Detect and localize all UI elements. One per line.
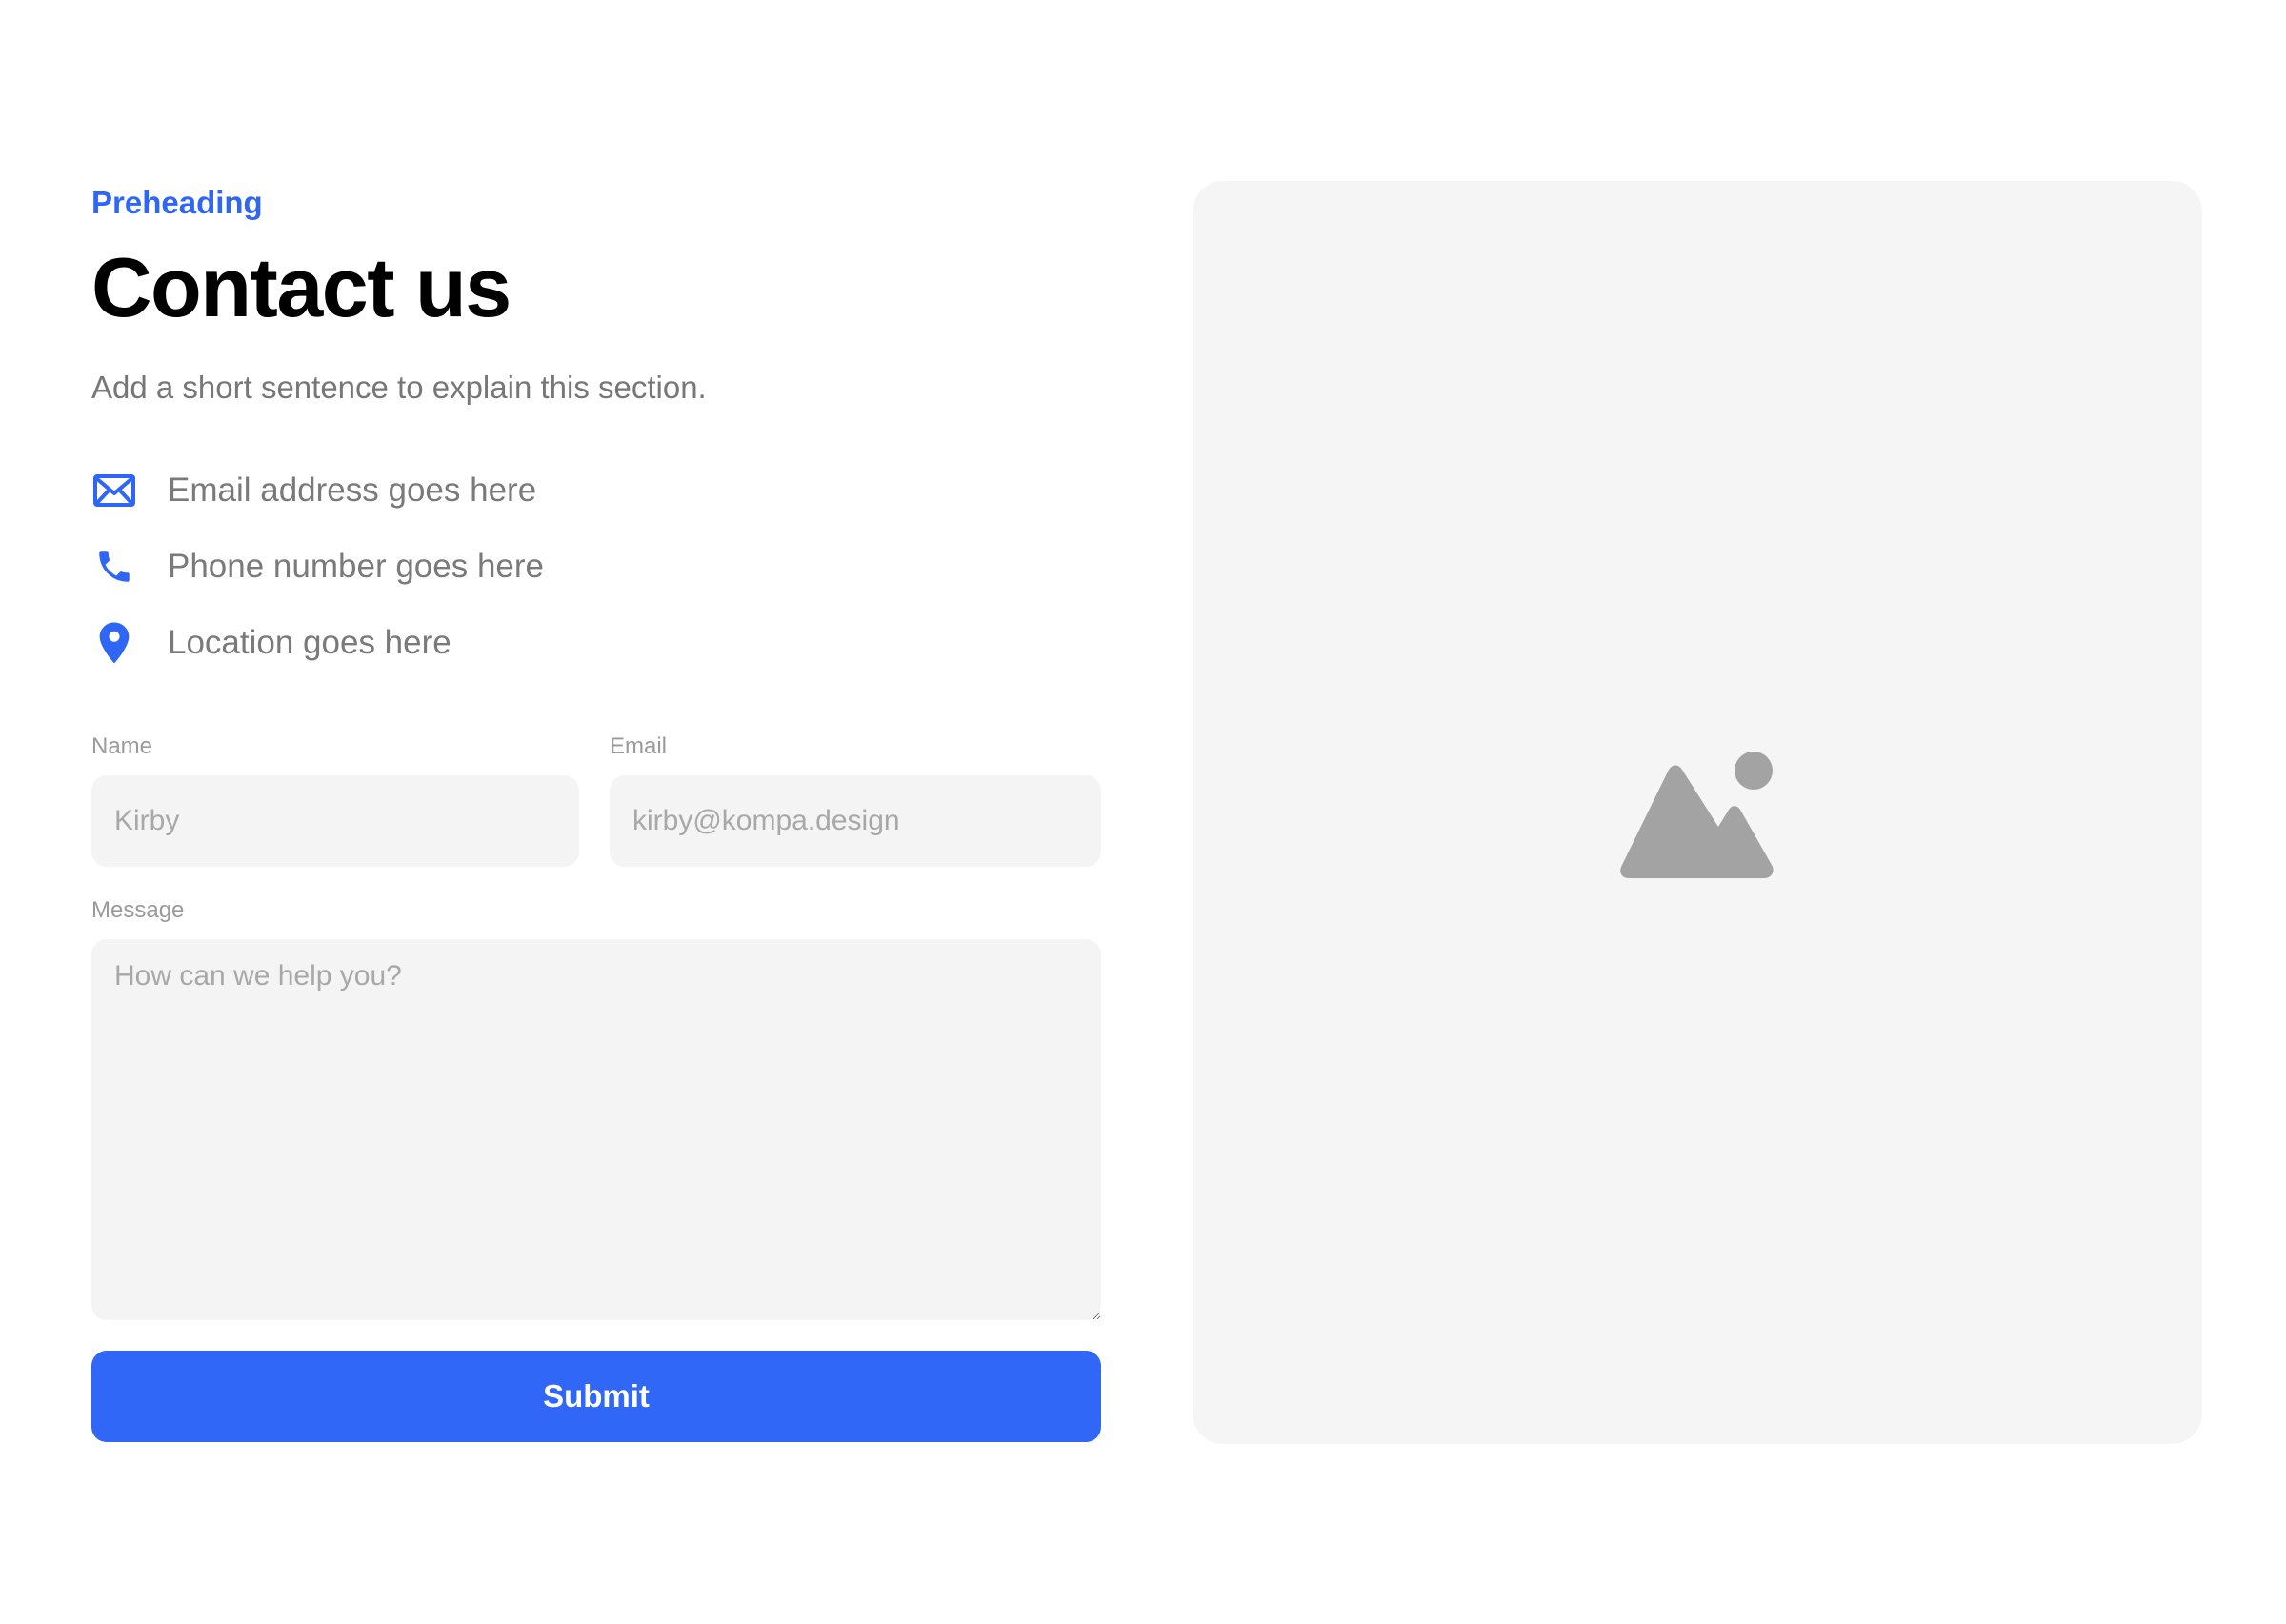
contact-item-location: Location goes here	[91, 619, 949, 667]
image-placeholder	[1193, 181, 2202, 1444]
contact-email-text: Email address goes here	[168, 471, 537, 509]
section-description: Add a short sentence to explain this sec…	[91, 370, 707, 405]
contact-page: Preheading Contact us Add a short senten…	[0, 0, 2286, 1624]
email-field[interactable]	[610, 775, 1101, 867]
contact-location-text: Location goes here	[168, 624, 451, 661]
message-label: Message	[91, 897, 185, 923]
contact-item-email: Email address goes here	[91, 467, 949, 514]
contact-phone-text: Phone number goes here	[168, 548, 544, 585]
phone-icon	[91, 544, 137, 590]
submit-button[interactable]: Submit	[91, 1351, 1101, 1442]
location-pin-icon	[91, 620, 137, 666]
name-field[interactable]	[91, 775, 579, 867]
name-label: Name	[91, 733, 153, 759]
preheading: Preheading	[91, 185, 263, 220]
image-placeholder-icon	[1620, 752, 1774, 878]
contact-item-phone: Phone number goes here	[91, 543, 949, 591]
mail-icon	[91, 468, 137, 513]
email-label: Email	[610, 733, 668, 759]
page-title: Contact us	[91, 240, 511, 334]
message-field[interactable]	[91, 939, 1101, 1320]
